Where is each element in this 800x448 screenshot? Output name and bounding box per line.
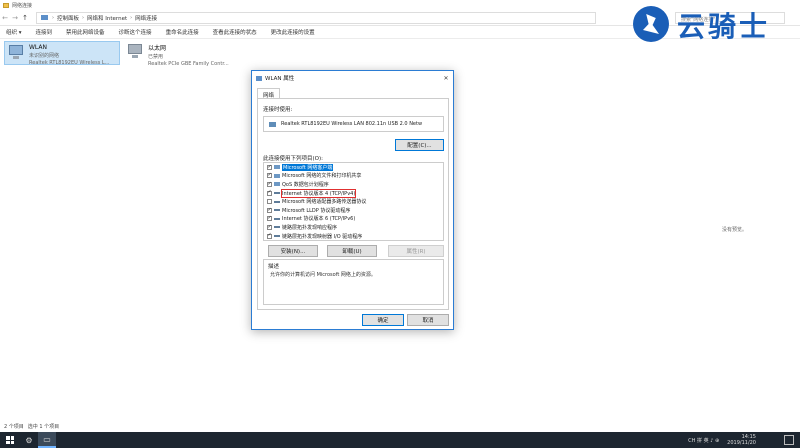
checkbox[interactable] bbox=[267, 164, 272, 170]
network-adapter-icon bbox=[8, 45, 26, 61]
protocol-icon bbox=[274, 209, 280, 212]
wlan-properties-dialog: WLAN 属性 ✕ 网络 连接时使用: Realtek RTL8192EU Wi… bbox=[251, 70, 454, 330]
client-icon bbox=[274, 165, 280, 170]
disable-device-button[interactable]: 禁用此网络设备 bbox=[66, 28, 105, 36]
checkbox[interactable] bbox=[267, 199, 272, 205]
breadcrumb-network-internet[interactable]: 网络和 Internet bbox=[87, 14, 127, 22]
description-text: 允许你的计算机访问 Microsoft 网络上的资源。 bbox=[270, 272, 376, 278]
notification-icon[interactable] bbox=[784, 435, 794, 445]
change-settings-button[interactable]: 更改此连接的设置 bbox=[271, 28, 315, 36]
clock[interactable]: 14:15 2019/11/20 bbox=[727, 434, 756, 446]
adapter-wlan[interactable]: WLAN 未识别的网络 Realtek RTL8192EU Wireless L… bbox=[4, 41, 120, 66]
protocol-icon bbox=[274, 192, 280, 195]
close-icon[interactable]: ✕ bbox=[439, 75, 453, 82]
list-item[interactable]: QoS 数据包计划程序 bbox=[264, 180, 443, 189]
system-tray: CH 拼 英 ♪ ⊕ 14:15 2019/11/20 bbox=[688, 434, 800, 446]
protocol-icon bbox=[274, 226, 280, 229]
start-button[interactable] bbox=[0, 432, 20, 448]
service-icon bbox=[274, 182, 280, 187]
connect-to-button[interactable]: 连接到 bbox=[36, 28, 53, 36]
checkbox[interactable] bbox=[267, 189, 272, 196]
device-name: Realtek RTL8192EU Wireless LAN 802.11n U… bbox=[281, 121, 423, 127]
checkbox[interactable] bbox=[267, 172, 272, 179]
checkbox[interactable] bbox=[267, 224, 272, 230]
chevron-right-icon: › bbox=[130, 14, 133, 21]
configure-button[interactable]: 配置(C)... bbox=[395, 139, 444, 151]
chevron-right-icon: › bbox=[82, 14, 85, 21]
protocol-icon bbox=[274, 200, 280, 203]
adapter-name: WLAN bbox=[29, 44, 48, 51]
diagnose-button[interactable]: 诊断这个连接 bbox=[119, 28, 152, 36]
organize-menu[interactable]: 组织 ▾ bbox=[6, 28, 22, 36]
control-panel-icon bbox=[41, 15, 48, 20]
checkbox[interactable] bbox=[267, 181, 272, 187]
adapter-name: 以太网 bbox=[148, 45, 167, 52]
list-item[interactable]: Internet 协议版本 6 (TCP/IPv6) bbox=[264, 215, 443, 224]
adapter-status: 未识别的网络 bbox=[29, 53, 60, 59]
list-item[interactable]: Microsoft 网络适配器多路传送器协议 bbox=[264, 197, 443, 206]
dialog-title-bar: WLAN 属性 ✕ bbox=[252, 71, 453, 85]
status-bar: 2 个项目 选中 1 个项目 bbox=[0, 420, 800, 432]
adapter-device: Realtek PCIe GBE Family Contr... bbox=[148, 61, 229, 67]
device-field: Realtek RTL8192EU Wireless LAN 802.11n U… bbox=[263, 116, 444, 132]
list-item[interactable]: Microsoft LLDP 协议驱动程序 bbox=[264, 206, 443, 215]
forward-button[interactable]: → bbox=[10, 14, 20, 22]
address-bar[interactable]: › 控制面板 › 网络和 Internet › 网络连接 bbox=[36, 11, 596, 24]
items-label: 此连接使用下列项目(O): bbox=[263, 156, 323, 162]
view-status-button[interactable]: 查看此连接的状态 bbox=[213, 28, 257, 36]
preview-pane-text: 没有预览。 bbox=[722, 227, 748, 233]
component-list[interactable]: Microsoft 网络客户端 Microsoft 网络的文件和打印机共享 Qo… bbox=[263, 162, 444, 241]
nic-icon bbox=[269, 121, 276, 127]
ime-indicator[interactable]: CH 拼 英 ♪ ⊕ bbox=[688, 437, 719, 444]
list-item[interactable]: Microsoft 网络的文件和打印机共享 bbox=[264, 172, 443, 181]
window-title: 网络连接 bbox=[12, 2, 33, 9]
install-button[interactable]: 安装(N)... bbox=[268, 245, 318, 257]
up-button[interactable]: ↑ bbox=[20, 14, 30, 22]
protocol-icon bbox=[274, 235, 280, 238]
adapter-ethernet[interactable]: 以太网 已禁用 Realtek PCIe GBE Family Contr... bbox=[124, 41, 244, 67]
checkbox[interactable] bbox=[267, 232, 272, 239]
back-button[interactable]: ← bbox=[0, 14, 10, 22]
network-connections-taskbar-icon[interactable]: ▭ bbox=[38, 432, 56, 448]
network-adapter-icon bbox=[127, 44, 145, 60]
list-item[interactable]: 链路层拓扑发现映射器 I/O 驱动程序 bbox=[264, 232, 443, 240]
folder-icon bbox=[3, 2, 9, 8]
properties-button[interactable]: 属性(R) bbox=[388, 245, 444, 257]
protocol-icon bbox=[274, 217, 280, 220]
taskbar: ⚙ ▭ CH 拼 英 ♪ ⊕ 14:15 2019/11/20 bbox=[0, 432, 800, 448]
network-icon bbox=[256, 75, 262, 81]
item-count: 2 个项目 bbox=[4, 423, 24, 430]
breadcrumb-control-panel[interactable]: 控制面板 bbox=[57, 14, 79, 22]
rename-button[interactable]: 重命名此连接 bbox=[166, 28, 199, 36]
dialog-title: WLAN 属性 bbox=[265, 76, 295, 82]
cancel-button[interactable]: 取消 bbox=[407, 314, 449, 326]
clock-date: 2019/11/20 bbox=[727, 440, 756, 446]
adapter-device: Realtek RTL8192EU Wireless L... bbox=[29, 60, 110, 66]
list-item-ipv4[interactable]: Internet 协议版本 4 (TCP/IPv4) bbox=[264, 188, 443, 199]
uninstall-button[interactable]: 卸载(U) bbox=[327, 245, 377, 257]
chevron-right-icon: › bbox=[52, 14, 54, 21]
list-item[interactable]: 链路层拓扑发现响应程序 bbox=[264, 223, 443, 232]
checkbox[interactable] bbox=[267, 215, 272, 222]
knight-logo-icon bbox=[633, 6, 669, 42]
description-group: 描述 允许你的计算机访问 Microsoft 网络上的资源。 bbox=[263, 259, 444, 305]
service-icon bbox=[274, 173, 280, 178]
breadcrumb-network-connections[interactable]: 网络连接 bbox=[135, 14, 157, 22]
list-item[interactable]: Microsoft 网络客户端 bbox=[264, 163, 443, 172]
connect-using-label: 连接时使用: bbox=[263, 107, 293, 113]
checkbox[interactable] bbox=[267, 207, 272, 213]
description-label: 描述 bbox=[268, 264, 280, 270]
ok-button[interactable]: 确定 bbox=[362, 314, 404, 326]
windows-logo-icon bbox=[6, 436, 14, 444]
network-tab-panel: 连接时使用: Realtek RTL8192EU Wireless LAN 80… bbox=[257, 98, 449, 310]
adapter-status: 已禁用 bbox=[148, 54, 164, 60]
settings-gear-icon[interactable]: ⚙ bbox=[20, 432, 38, 448]
brand-text: 云骑士 bbox=[677, 10, 771, 43]
selected-count: 选中 1 个项目 bbox=[27, 423, 60, 430]
brand-logo: 云骑士 bbox=[625, 0, 800, 50]
